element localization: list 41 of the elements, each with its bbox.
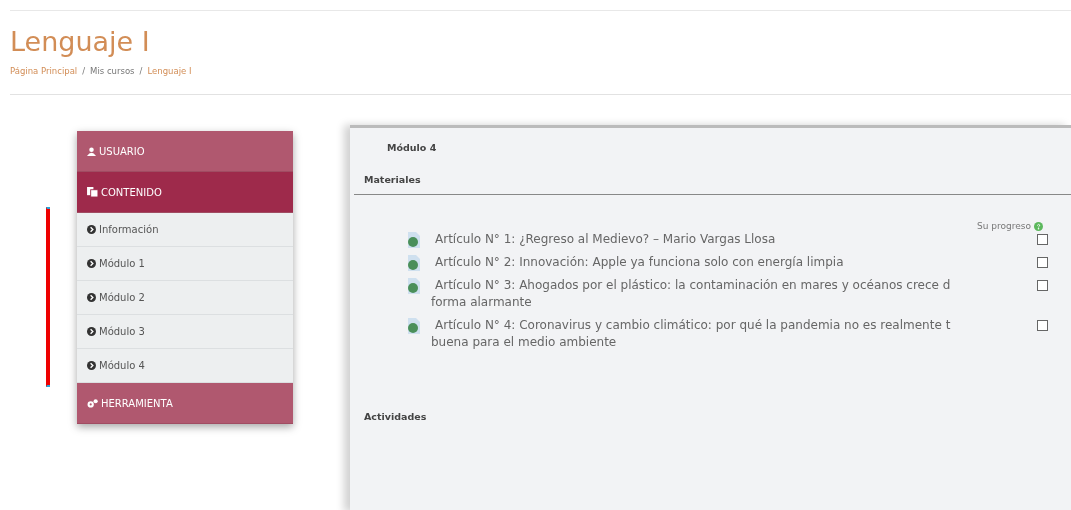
- sidebar-item[interactable]: Módulo 3: [77, 315, 293, 349]
- completion-checkbox[interactable]: [1037, 257, 1048, 268]
- resource-link[interactable]: Artículo N° 1: ¿Regreso al Medievo? – Mario Vargas Llosa: [435, 231, 776, 248]
- file-icon: [407, 318, 421, 334]
- resource-link[interactable]: buena para el medio ambiente: [431, 334, 617, 351]
- user-icon: [87, 146, 96, 156]
- chevron-circle-icon: [87, 259, 96, 268]
- breadcrumb-item: Mis cursos: [90, 66, 135, 76]
- gears-icon: [87, 398, 98, 408]
- resource-link[interactable]: forma alarmante: [431, 294, 532, 311]
- materials-heading: Materiales: [364, 174, 422, 185]
- sidebar-item[interactable]: Información: [77, 213, 293, 247]
- chevron-circle-icon: [87, 293, 96, 302]
- resource-link[interactable]: Artículo N° 2: Innovación: Apple ya funciona solo con energía limpia: [435, 254, 844, 271]
- chevron-circle-icon: [87, 361, 96, 370]
- completion-checkbox[interactable]: [1037, 234, 1048, 245]
- sidebar-item[interactable]: Módulo 1: [77, 247, 293, 281]
- resource-link[interactable]: Artículo N° 4: Coronavirus y cambio climático: por qué la pandemia no es realmente t: [435, 317, 951, 334]
- resource-link[interactable]: Artículo N° 3: Ahogados por el plástico: la contaminación en mares y océanos crece d: [435, 277, 951, 294]
- documents-icon: [87, 187, 98, 197]
- progress-label: Su progreso: [977, 221, 1031, 231]
- sidebar-section[interactable]: USUARIO: [77, 131, 293, 172]
- file-icon: [407, 255, 421, 271]
- breadcrumb-link[interactable]: Lenguaje I: [147, 66, 192, 76]
- completion-checkbox[interactable]: [1037, 320, 1048, 331]
- sidebar-section[interactable]: CONTENIDO: [77, 172, 293, 213]
- page-title: Lenguaje I: [10, 25, 151, 59]
- sidebar-item[interactable]: Módulo 4: [77, 349, 293, 383]
- help-icon: [1034, 221, 1043, 231]
- section-heading: Módulo 4: [387, 142, 438, 153]
- chevron-circle-icon: [87, 327, 96, 336]
- completion-checkbox[interactable]: [1037, 280, 1048, 291]
- file-icon: [407, 232, 421, 248]
- sidebar-item[interactable]: Módulo 2: [77, 281, 293, 315]
- sidebar-section[interactable]: HERRAMIENTA: [77, 383, 293, 424]
- breadcrumb-separator: /: [139, 66, 143, 76]
- chevron-circle-icon: [87, 225, 96, 234]
- activities-heading: Actividades: [364, 411, 428, 422]
- breadcrumb-link[interactable]: Página Principal: [10, 66, 78, 76]
- breadcrumb-separator: /: [82, 66, 86, 76]
- file-icon: [407, 278, 421, 294]
